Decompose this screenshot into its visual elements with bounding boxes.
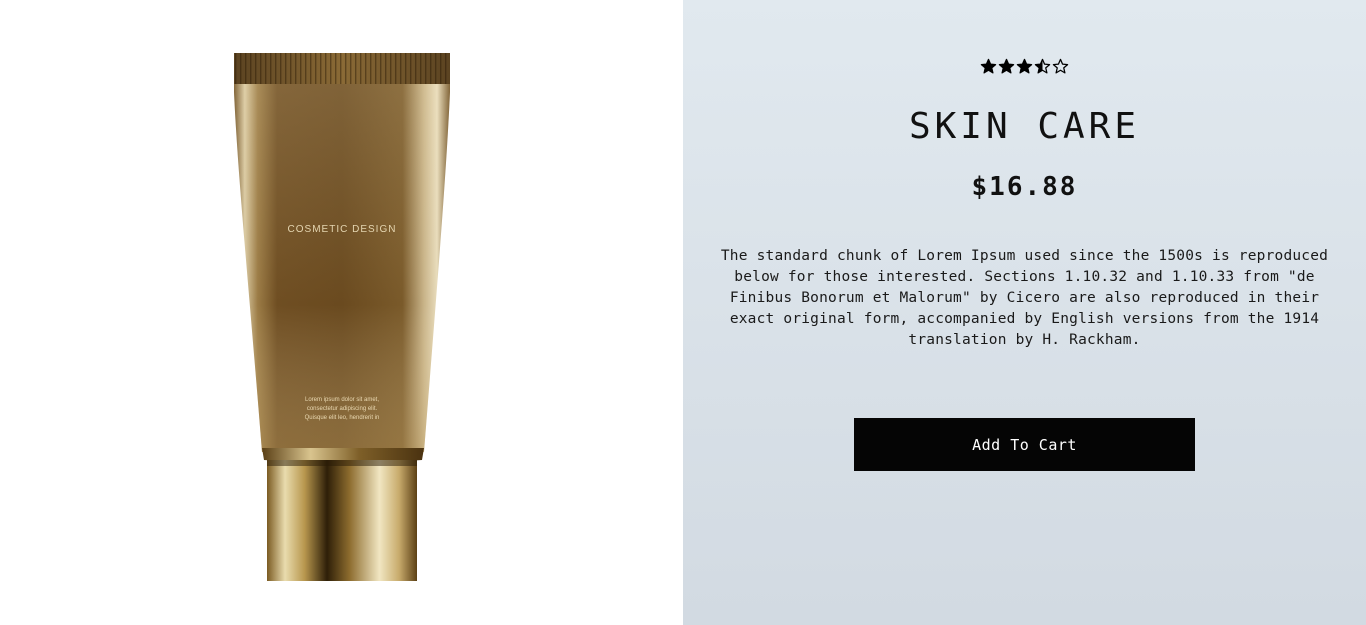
- tube-brand-text: COSMETIC DESIGN: [288, 224, 397, 235]
- product-price: $16.88: [971, 172, 1078, 202]
- add-to-cart-button[interactable]: Add To Cart: [854, 418, 1195, 471]
- tube-small-text-line: consectetur adipiscing elit.: [307, 406, 378, 412]
- star-filled-icon: [1016, 58, 1033, 74]
- product-description: The standard chunk of Lorem Ipsum used s…: [720, 248, 1329, 348]
- product-title: SKIN CARE: [908, 106, 1141, 147]
- star-filled-icon: [998, 58, 1015, 74]
- product-page: COSMETIC DESIGN Lorem ipsum dolor sit am…: [0, 0, 1366, 625]
- product-image-pane: COSMETIC DESIGN Lorem ipsum dolor sit am…: [0, 0, 683, 625]
- star-empty-icon: [1052, 58, 1069, 74]
- star-filled-icon: [980, 58, 997, 74]
- tube-small-text-line: Quisque elit leo, hendrerit in: [305, 415, 380, 421]
- product-image: COSMETIC DESIGN Lorem ipsum dolor sit am…: [234, 53, 450, 581]
- product-info-pane: SKIN CARE $16.88 The standard chunk of L…: [683, 0, 1366, 625]
- star-half-icon: [1034, 58, 1051, 74]
- tube-small-text-line: Lorem ipsum dolor sit amet,: [305, 397, 379, 403]
- star-rating: [683, 58, 1366, 75]
